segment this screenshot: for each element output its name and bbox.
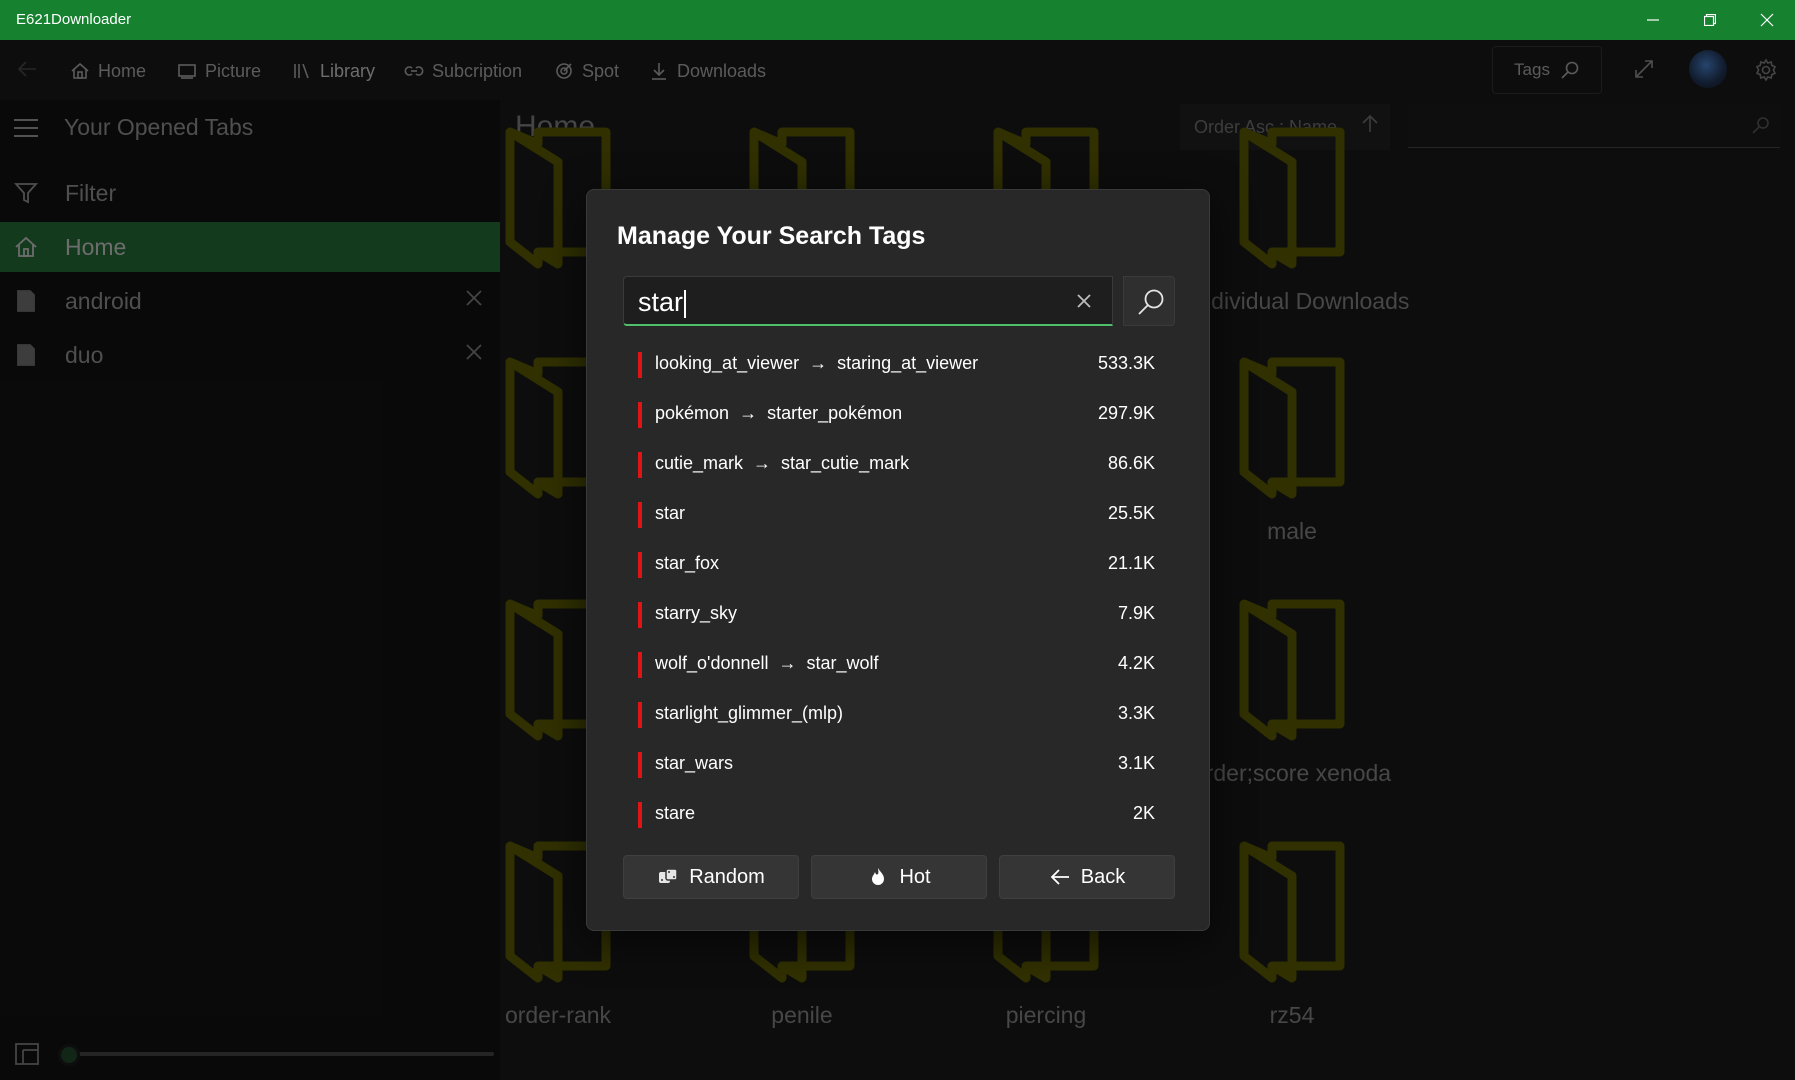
tag-name: stare — [655, 803, 696, 823]
back-arrow-icon — [1050, 869, 1069, 885]
tag-suggestion-list: looking_at_viewer → staring_at_viewer 533.3… — [623, 338, 1175, 838]
tag-count: 533.3K — [1097, 353, 1155, 373]
tag-suggestion-row[interactable]: starry_sky 7.9K — [623, 588, 1175, 638]
tag-label: stare — [655, 803, 695, 824]
clear-icon[interactable] — [1076, 293, 1092, 309]
tag-alias-target: staring_at_viewer — [837, 353, 979, 373]
tag-label: wolf_o'donnell → star_wolf — [655, 653, 879, 674]
search-icon — [1138, 289, 1164, 315]
tag-suggestion-row[interactable]: looking_at_viewer → staring_at_viewer 533.3… — [623, 338, 1175, 388]
restore-icon — [1704, 14, 1716, 26]
tag-name: starlight_glimmer_(mlp) — [655, 703, 844, 723]
back-label: Back — [1080, 865, 1126, 888]
close-button[interactable] — [1739, 0, 1795, 40]
tag-name: star_wars — [655, 753, 734, 773]
tag-count: 4.2K — [1117, 653, 1155, 673]
tag-suggestion-row[interactable]: wolf_o'donnell → star_wolf 4.2K — [623, 638, 1175, 688]
tag-alias-target: star_cutie_mark — [781, 453, 910, 473]
tag-name: star_fox — [655, 553, 720, 573]
text-caret — [684, 289, 687, 318]
alias-arrow-icon: → — [778, 653, 797, 673]
tag-label: starlight_glimmer_(mlp) — [655, 703, 843, 724]
back-button[interactable]: Back — [999, 855, 1175, 899]
dialog-title: Manage Your Search Tags — [617, 222, 926, 250]
tag-label: looking_at_viewer → staring_at_viewer — [655, 353, 978, 374]
tag-name: starry_sky — [655, 603, 738, 623]
minimize-button[interactable] — [1625, 0, 1681, 40]
tag-suggestion-row[interactable]: pokémon → starter_pokémon 297.9K — [623, 388, 1175, 438]
tag-category-bar — [638, 502, 642, 528]
tag-label: star_wars — [655, 753, 733, 774]
tag-alias-target: star_wolf — [806, 653, 879, 673]
tag-label: starry_sky — [655, 603, 737, 624]
tag-category-bar — [638, 352, 642, 378]
hot-button[interactable]: Hot — [811, 855, 987, 899]
tag-name: looking_at_viewer — [655, 353, 800, 373]
tag-label: star — [655, 503, 685, 524]
tag-category-bar — [638, 452, 642, 478]
dice-icon — [659, 868, 678, 883]
tag-count: 25.5K — [1107, 503, 1155, 523]
alias-arrow-icon: → — [739, 403, 758, 423]
tag-category-bar — [638, 402, 642, 428]
tag-category-bar — [638, 602, 642, 628]
tag-suggestion-row[interactable]: stare 2K — [623, 788, 1175, 838]
tag-suggestion-row[interactable]: starlight_glimmer_(mlp) 3.3K — [623, 688, 1175, 738]
tag-category-bar — [638, 552, 642, 578]
tag-suggestion-row[interactable]: star_fox 21.1K — [623, 538, 1175, 588]
alias-arrow-icon: → — [809, 353, 828, 373]
tag-search-button[interactable] — [1123, 276, 1175, 326]
tag-category-bar — [638, 802, 642, 828]
alias-arrow-icon: → — [753, 453, 772, 473]
tag-label: cutie_mark → star_cutie_mark — [655, 453, 909, 474]
tag-suggestion-row[interactable]: star_wars 3.1K — [623, 738, 1175, 788]
manage-search-tags-dialog: Manage Your Search Tags star looking_at_… — [586, 189, 1210, 931]
tag-suggestion-row[interactable]: cutie_mark → star_cutie_mark 86.6K — [623, 438, 1175, 488]
fire-icon — [872, 868, 885, 885]
tag-name: pokémon — [655, 403, 730, 423]
tag-alias-target: starter_pokémon — [767, 403, 903, 423]
tag-count: 297.9K — [1097, 403, 1155, 423]
tag-name: star — [655, 503, 686, 523]
tag-label: star_fox — [655, 553, 719, 574]
tag-suggestion-row[interactable]: star 25.5K — [623, 488, 1175, 538]
close-icon — [1760, 13, 1774, 27]
tag-category-bar — [638, 652, 642, 678]
random-label: Random — [689, 865, 765, 888]
restore-button[interactable] — [1682, 0, 1738, 40]
hot-label: Hot — [899, 865, 931, 888]
tag-category-bar — [638, 702, 642, 728]
tag-count: 3.3K — [1117, 703, 1155, 723]
tag-label: pokémon → starter_pokémon — [655, 403, 902, 424]
tag-count: 7.9K — [1117, 603, 1155, 623]
tag-count: 21.1K — [1107, 553, 1155, 573]
tag-count: 3.1K — [1117, 753, 1155, 773]
random-button[interactable]: Random — [623, 855, 799, 899]
app-title: E621Downloader — [16, 11, 132, 28]
tag-count: 86.6K — [1107, 453, 1155, 473]
tag-search-value: star — [638, 287, 684, 317]
tag-category-bar — [638, 752, 642, 778]
title-bar: E621Downloader — [0, 0, 1795, 40]
tag-name: cutie_mark — [655, 453, 744, 473]
tag-search-input[interactable]: star — [623, 276, 1113, 326]
tag-count: 2K — [1132, 803, 1155, 823]
tag-name: wolf_o'donnell — [655, 653, 769, 673]
minimize-icon — [1647, 19, 1659, 21]
